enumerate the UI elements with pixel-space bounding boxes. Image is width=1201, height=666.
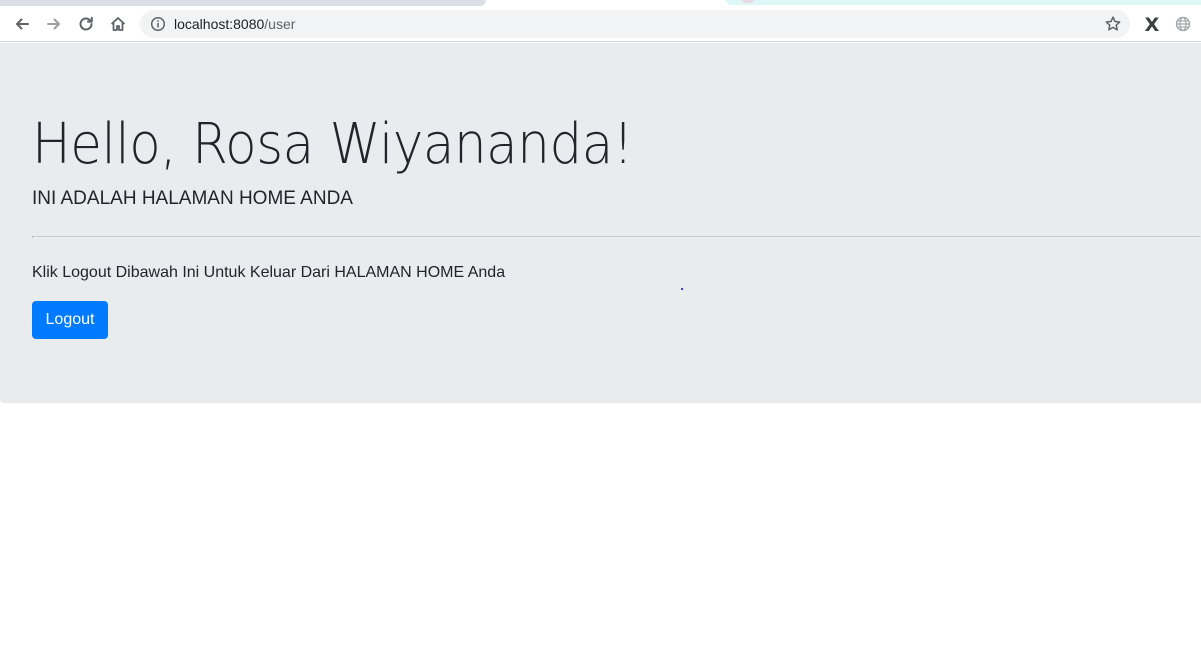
x-extension-icon[interactable]: X <box>1143 15 1161 35</box>
jumbotron: Hello, Rosa Wiyananda! INI ADALAH HALAMA… <box>0 43 1201 403</box>
reload-icon <box>79 16 93 31</box>
tab-active-edge[interactable] <box>0 0 486 6</box>
home-button[interactable] <box>105 11 131 37</box>
divider <box>32 236 1201 238</box>
home-icon <box>110 17 126 31</box>
info-icon[interactable] <box>150 16 166 32</box>
star-icon[interactable] <box>1104 15 1122 33</box>
logout-instruction: Klik Logout Dibawah Ini Untuk Keluar Dar… <box>32 264 506 281</box>
url-path: /user <box>264 16 296 32</box>
page-title: Hello, Rosa Wiyananda! <box>32 112 634 177</box>
tab-inactive-edge[interactable] <box>726 0 1201 5</box>
arrow-left-icon <box>16 18 29 30</box>
address-bar[interactable]: localhost:8080/user <box>140 10 1130 38</box>
arrow-right-icon <box>47 18 60 30</box>
tab-strip <box>0 0 1201 7</box>
tab-favicon-edge <box>742 0 754 3</box>
logout-button[interactable]: Logout <box>32 301 108 339</box>
url-text[interactable]: localhost:8080/user <box>174 16 295 32</box>
url-host: localhost:8080 <box>174 16 265 32</box>
browser-toolbar: localhost:8080/user X <box>0 7 1201 42</box>
cursor-speck <box>681 288 683 290</box>
reload-button[interactable] <box>73 11 99 37</box>
lead-text: INI ADALAH HALAMAN HOME ANDA <box>32 188 353 209</box>
globe-icon[interactable] <box>1175 16 1191 32</box>
forward-button[interactable] <box>41 11 67 37</box>
back-button[interactable] <box>9 11 35 37</box>
